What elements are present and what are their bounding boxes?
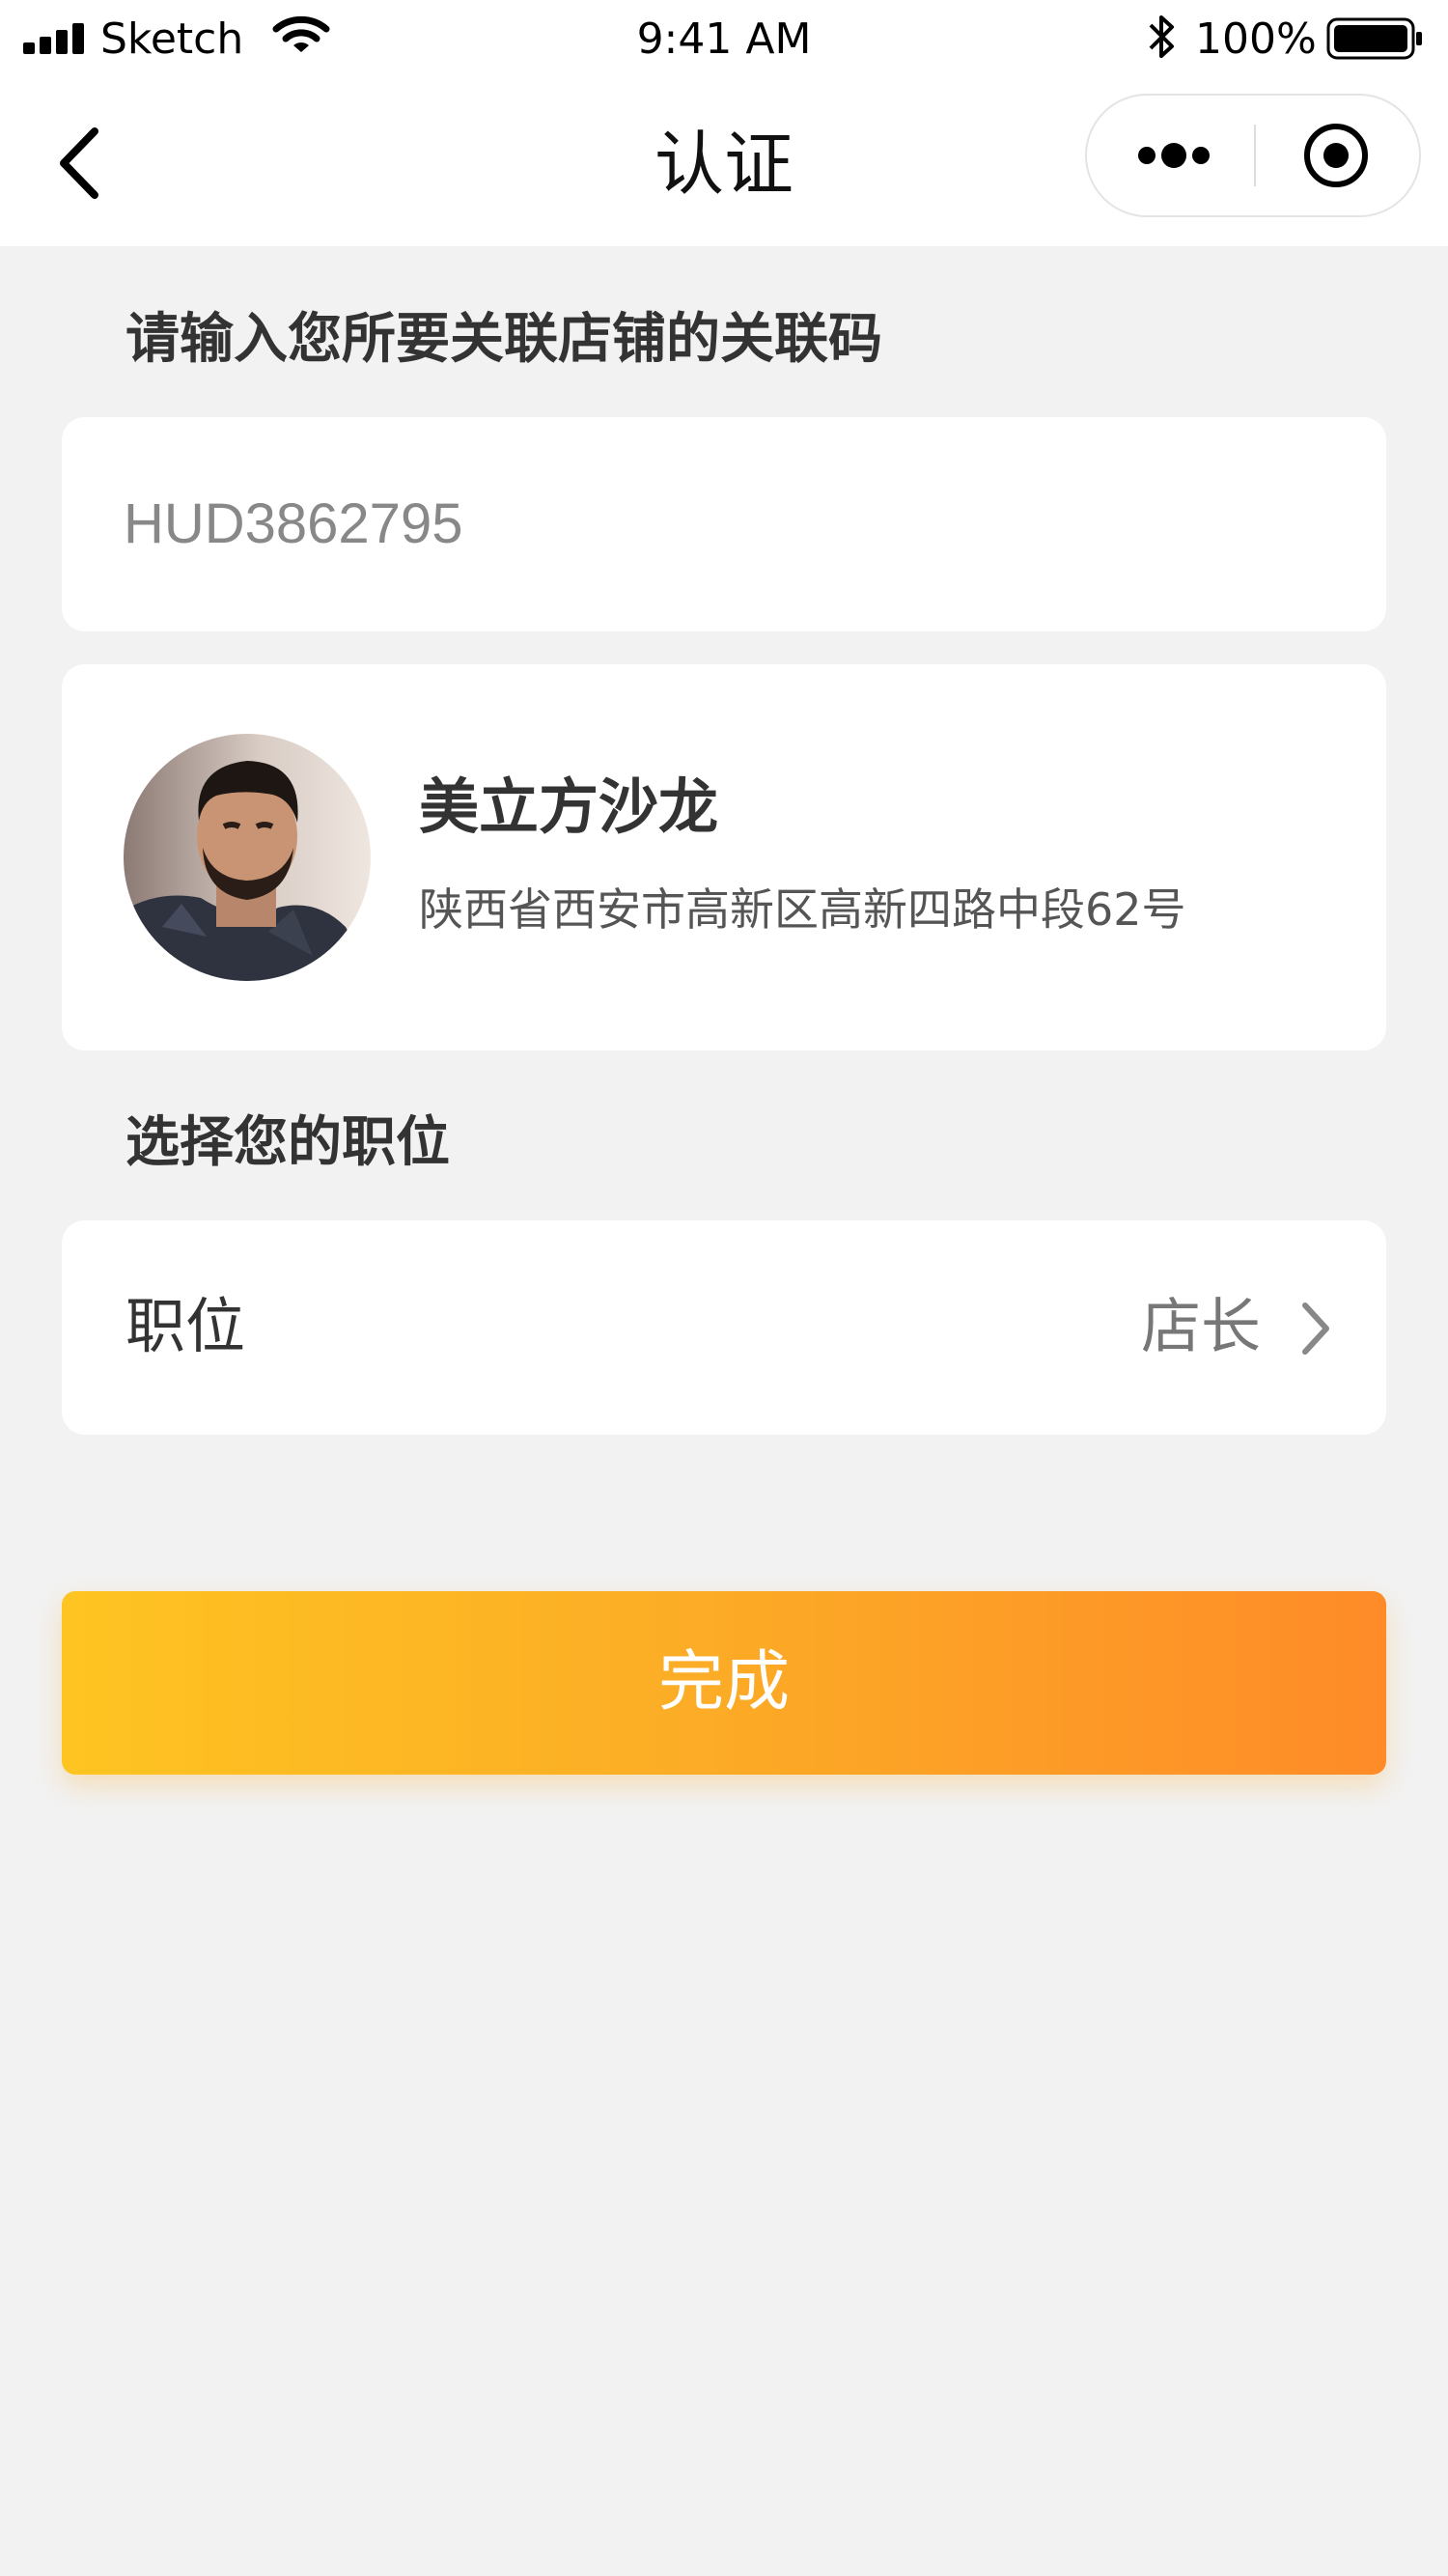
battery-percent: 100%	[1195, 14, 1317, 64]
close-miniprogram-icon	[1304, 124, 1368, 187]
bluetooth-icon	[1149, 15, 1174, 58]
store-name: 美立方沙龙	[419, 771, 719, 842]
code-card	[62, 417, 1386, 631]
association-code-input[interactable]	[124, 473, 1321, 574]
auth-page: Sketch 9:41 AM 100% 认证 请输入您所要关联店铺的关联码 HU…	[0, 0, 1448, 2576]
battery-icon	[1326, 17, 1422, 60]
chevron-right-icon	[1302, 1302, 1329, 1355]
avatar	[124, 734, 371, 981]
position-selector[interactable]: 职位 店长	[62, 1220, 1386, 1435]
navigation-bar: 认证	[0, 81, 1448, 246]
status-bar: Sketch 9:41 AM 100%	[0, 0, 1448, 81]
store-card: 美立方沙龙 陕西省西安市高新区高新四路中段62号	[62, 664, 1386, 1050]
store-address: 陕西省西安市高新区高新四路中段62号	[419, 883, 1186, 936]
close-miniprogram-button[interactable]	[1257, 96, 1419, 215]
position-label: 职位	[125, 1291, 246, 1361]
miniprogram-capsule	[1085, 94, 1421, 217]
header: Sketch 9:41 AM 100% 认证	[0, 0, 1448, 246]
capsule-divider	[1254, 125, 1256, 186]
done-button[interactable]: 完成	[62, 1591, 1386, 1775]
more-button[interactable]	[1087, 96, 1253, 215]
position-section-title: 选择您的职位	[125, 1111, 450, 1174]
position-value: 店长	[1141, 1291, 1262, 1361]
code-section-title: 请输入您所要关联店铺的关联码	[125, 308, 882, 371]
more-dots-icon	[1138, 143, 1210, 168]
